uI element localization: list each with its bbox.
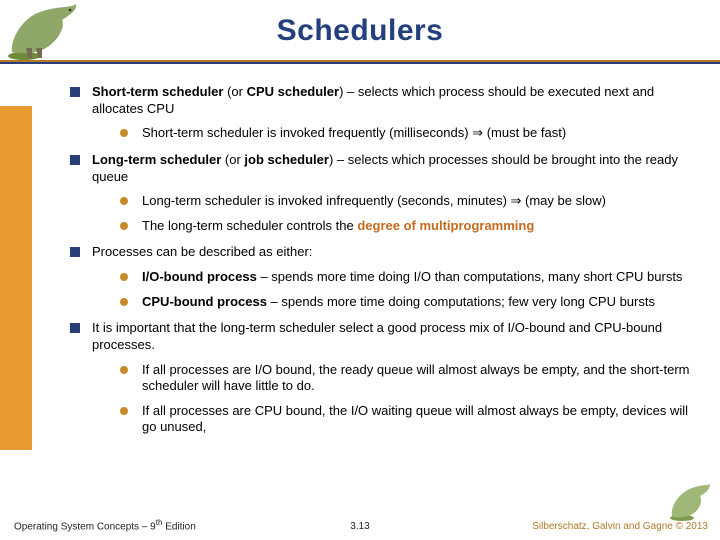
text: job scheduler xyxy=(244,152,329,167)
slide-body: Short-term scheduler (or CPU scheduler) … xyxy=(70,84,692,500)
footer-copyright: Silberschatz, Galvin and Gagne © 2013 xyxy=(532,521,708,532)
bullet-process-types: Processes can be described as either: I/… xyxy=(70,244,692,310)
text: CPU scheduler xyxy=(247,84,339,99)
bullet-long-term: Long-term scheduler (or job scheduler) –… xyxy=(70,152,692,235)
text: Short-term scheduler is invoked frequent… xyxy=(142,125,566,140)
text: The long-term scheduler controls the xyxy=(142,218,357,233)
text: Processes can be described as either: xyxy=(92,244,312,259)
sidebar-accent xyxy=(0,106,32,450)
text: – spends more time doing computations; f… xyxy=(267,294,655,309)
text: Short-term scheduler xyxy=(92,84,223,99)
text: I/O-bound process xyxy=(142,269,257,284)
text: If all processes are CPU bound, the I/O … xyxy=(142,403,688,435)
text: Long-term scheduler is invoked infrequen… xyxy=(142,193,606,208)
text: (or xyxy=(221,152,244,167)
subbullet: Short-term scheduler is invoked frequent… xyxy=(120,125,692,142)
slide-title: Schedulers xyxy=(0,0,720,48)
bullet-short-term: Short-term scheduler (or CPU scheduler) … xyxy=(70,84,692,142)
text: Long-term scheduler xyxy=(92,152,221,167)
subbullet: If all processes are I/O bound, the read… xyxy=(120,362,692,395)
emphasis: degree of multiprogramming xyxy=(357,218,534,233)
text: If all processes are I/O bound, the read… xyxy=(142,362,689,394)
subbullet: The long-term scheduler controls the deg… xyxy=(120,218,692,235)
text: (or xyxy=(223,84,246,99)
bullet-mix: It is important that the long-term sched… xyxy=(70,320,692,436)
text: – spends more time doing I/O than comput… xyxy=(257,269,683,284)
subbullet-cpu-bound: CPU-bound process – spends more time doi… xyxy=(120,294,692,311)
text: It is important that the long-term sched… xyxy=(92,320,662,352)
subbullet: If all processes are CPU bound, the I/O … xyxy=(120,403,692,436)
subbullet-io-bound: I/O-bound process – spends more time doi… xyxy=(120,269,692,286)
slide-footer: Operating System Concepts – 9th Edition … xyxy=(0,506,720,536)
slide-header: Schedulers xyxy=(0,0,720,78)
subbullet: Long-term scheduler is invoked infrequen… xyxy=(120,193,692,210)
rule-navy xyxy=(0,62,720,64)
dinosaur-icon xyxy=(6,0,84,62)
text: CPU-bound process xyxy=(142,294,267,309)
slide: Schedulers Short-term scheduler (or CPU … xyxy=(0,0,720,540)
